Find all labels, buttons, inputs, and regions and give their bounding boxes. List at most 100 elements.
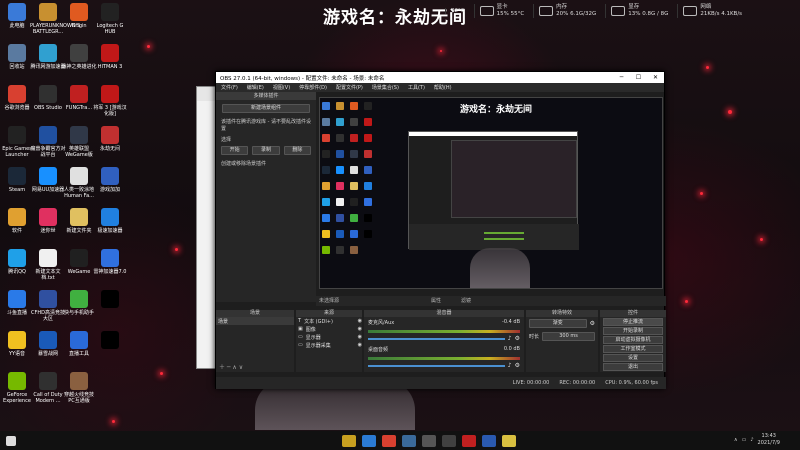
taskbar-app-icon[interactable] [402, 434, 416, 447]
desktop-icon[interactable]: CFHD高清竞技大区 [31, 290, 65, 322]
network-tray-icon[interactable]: ▭ [742, 437, 747, 443]
taskbar-chrome-icon[interactable] [382, 434, 396, 447]
taskbar-app-icon[interactable] [462, 434, 476, 447]
desktop-icon[interactable]: 战神之英雄进化 [61, 44, 97, 70]
desktop-icon[interactable]: 软件 [0, 208, 34, 234]
desktop-icon[interactable]: 斗鱼直播 [0, 290, 34, 316]
windows-start-icon[interactable] [6, 435, 16, 446]
desktop-icon[interactable]: 游戏加加 [93, 167, 127, 193]
filters-button[interactable]: 滤镜 [461, 296, 471, 306]
desktop-icon[interactable]: 人类一败涂地 Human Fa... [62, 167, 96, 199]
desktop-icon[interactable]: Epic Games Launcher [0, 126, 34, 158]
virtual-camera-button[interactable]: 启动虚拟摄像机 [603, 336, 663, 344]
delete-button[interactable]: 删除 [283, 146, 311, 155]
taskbar-folder-icon[interactable] [342, 434, 356, 447]
eye-icon[interactable]: ◉ [358, 342, 362, 348]
eye-icon[interactable]: ◉ [358, 326, 362, 332]
volume-slider[interactable] [368, 364, 505, 367]
desktop-icon[interactable]: Origin [62, 3, 96, 29]
desktop-icon[interactable]: 穿越火线竞技PC互通版 [62, 372, 96, 404]
gear-icon[interactable]: ⚙ [590, 320, 595, 327]
taskbar-obs-icon[interactable] [422, 434, 436, 447]
obs-preview[interactable]: 游戏名：永劫无间 [319, 97, 663, 289]
taskbar-app-icon[interactable] [442, 434, 456, 447]
chevron-up-icon[interactable]: ∧ [734, 437, 738, 443]
desktop-icon[interactable]: PLAYERUNKNOWN'S BATTLEGR... [30, 3, 80, 35]
desktop-icon[interactable]: 网易UU加速器 [31, 167, 65, 193]
source-item[interactable]: ▭ 显示器采集 ◉ [296, 341, 362, 349]
desktop-icon[interactable]: Steam [0, 167, 34, 193]
obs-window[interactable]: OBS 27.0.1 (64-bit, windows) - 配置文件: 未命名… [215, 71, 666, 389]
menu-help[interactable]: 帮助(H) [434, 84, 452, 91]
close-icon[interactable]: ✕ [647, 74, 664, 81]
stop-streaming-button[interactable]: 停止推流 [603, 318, 663, 326]
properties-button[interactable]: 属性 [431, 296, 441, 306]
transition-select[interactable]: 渐变 [529, 319, 587, 328]
mixer-db: -0.4 dB [502, 319, 520, 325]
settings-button[interactable]: 设置 [603, 354, 663, 362]
desktop-icon[interactable]: 暴雪战网 [31, 331, 65, 357]
desktop-icon[interactable] [93, 290, 127, 310]
new-scene-component-button[interactable]: 新建场景组件 [222, 104, 310, 113]
eye-icon[interactable]: ◉ [358, 334, 362, 340]
start-button[interactable]: 开始 [221, 146, 249, 155]
desktop-icon[interactable]: 永劫无间 [93, 126, 127, 152]
scene-item[interactable]: 场景 [216, 317, 294, 325]
desktop-icon[interactable]: 直播工具 [62, 331, 96, 357]
desktop-icon[interactable]: OBS Studio [31, 85, 65, 111]
desktop-icon[interactable]: 谷歌浏览器 [0, 85, 34, 111]
source-item[interactable]: T 文本 (GDI+) ◉ [296, 317, 362, 325]
menu-scene-collection[interactable]: 场景集合(S) [372, 84, 399, 91]
desktop-icon[interactable]: GeForce Experience [0, 372, 34, 404]
desktop-icon[interactable]: Logitech G HUB [93, 3, 127, 35]
taskbar-app-icon[interactable] [502, 434, 516, 447]
source-item[interactable]: ▣ 图像 ◉ [296, 325, 362, 333]
desktop-icon[interactable]: 迷你世 [31, 208, 65, 234]
minimize-icon[interactable]: ─ [613, 74, 630, 81]
clock[interactable]: 13:43 2021/7/9 [758, 433, 780, 447]
desktop-icon[interactable]: YY语音 [0, 331, 34, 357]
exit-button[interactable]: 退出 [603, 363, 663, 371]
no-source-label: 未选择源 [319, 298, 340, 304]
menu-tools[interactable]: 工具(T) [408, 84, 425, 91]
menu-profile[interactable]: 配置文件(P) [336, 84, 363, 91]
taskbar-edge-icon[interactable] [362, 434, 376, 447]
desktop-icon[interactable]: 回收站 [0, 44, 34, 70]
desktop-icon[interactable]: Call of Duty Modern ... [31, 372, 65, 404]
desktop-icon[interactable]: 腾讯QQ [0, 249, 34, 275]
duration-input[interactable]: 300 ms [542, 332, 595, 341]
desktop-icon[interactable]: 新建文本文档.txt [31, 249, 65, 281]
start-recording-button[interactable]: 开始录制 [603, 327, 663, 335]
volume-tray-icon[interactable]: ♪ [750, 437, 753, 443]
desktop-icon[interactable]: 腾讯网游加速器 [30, 44, 66, 70]
desktop-icon[interactable] [93, 331, 127, 351]
speaker-icon[interactable]: ♪ [508, 335, 512, 342]
desktop-icon[interactable]: 极速加速器 [93, 208, 127, 234]
studio-mode-button[interactable]: 工作室模式 [603, 345, 663, 353]
desktop-icon[interactable]: 将军 3 [游戏汉化版] [93, 85, 127, 117]
desktop-icon[interactable]: 此电脑 [0, 3, 34, 29]
maximize-icon[interactable]: ☐ [630, 74, 647, 81]
volume-slider[interactable] [368, 337, 505, 340]
desktop-icon[interactable]: 魔兽争霸官方对战平台 [30, 126, 66, 158]
source-item[interactable]: ▭ 显示器 ◉ [296, 333, 362, 341]
eye-icon[interactable]: ◉ [358, 318, 362, 324]
menu-view[interactable]: 视图(V) [273, 84, 290, 91]
record-button[interactable]: 录制 [252, 146, 280, 155]
menu-edit[interactable]: 编辑(E) [247, 84, 264, 91]
desktop-icon[interactable]: 英雄联盟WeGame版 [62, 126, 96, 158]
desktop-icon[interactable]: WeGame [62, 249, 96, 275]
speaker-icon[interactable]: ♪ [508, 362, 512, 369]
gear-icon[interactable]: ⚙ [515, 335, 520, 342]
desktop-icon[interactable]: 新建文件夹 [62, 208, 96, 234]
desktop-icon[interactable]: 快与手机助手 [62, 290, 96, 316]
scene-add-remove-icons[interactable]: ＋ ─ ∧ ∨ [219, 362, 243, 371]
desktop-icon[interactable]: HITMAN 3 [93, 44, 127, 70]
gear-icon[interactable]: ⚙ [515, 362, 520, 369]
desktop-icon[interactable]: FUNGTra... [62, 85, 96, 111]
menu-docks[interactable]: 停靠部件(D) [299, 84, 327, 91]
desktop-icon[interactable]: 雷神加速器7.0 [93, 249, 127, 275]
obs-titlebar[interactable]: OBS 27.0.1 (64-bit, windows) - 配置文件: 未命名… [216, 72, 664, 83]
menu-file[interactable]: 文件(F) [221, 84, 238, 91]
taskbar-app-icon[interactable] [482, 434, 496, 447]
